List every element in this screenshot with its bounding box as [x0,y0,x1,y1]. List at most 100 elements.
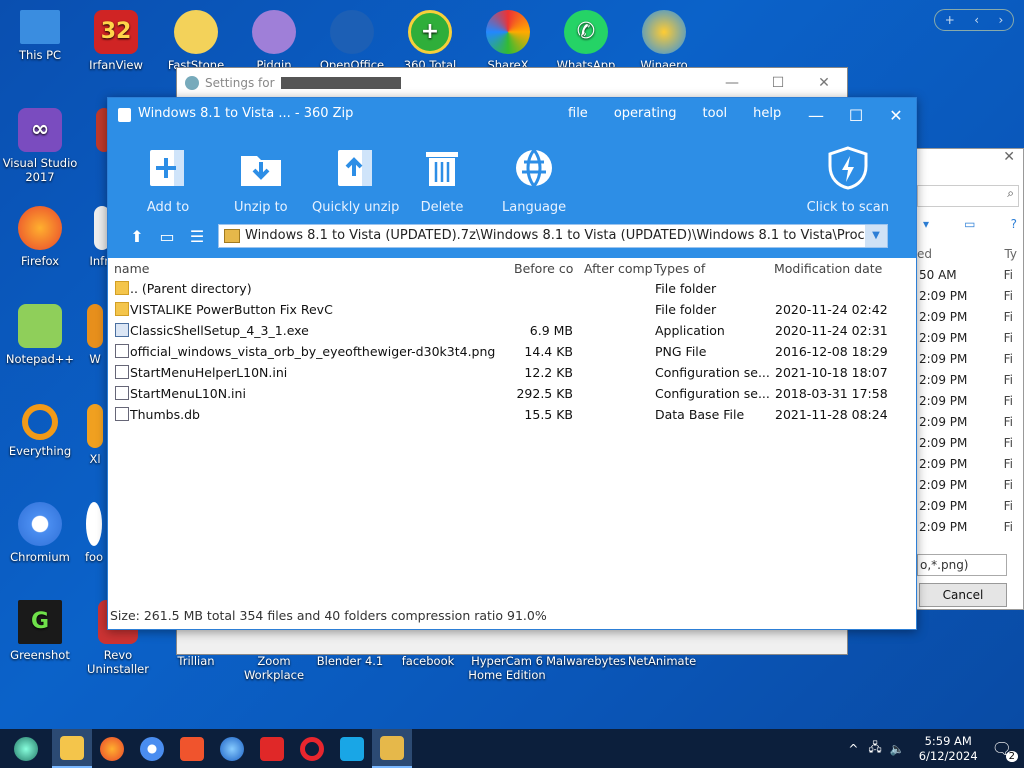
clock[interactable]: 5:59 AM 6/12/2024 [919,734,978,764]
desktop-icon-everything[interactable]: Everything [2,404,78,458]
desktop-icon-notepadpp[interactable]: Notepad++ [2,304,78,366]
taskbar-wps[interactable] [252,729,292,768]
menu-help[interactable]: help [753,106,781,121]
menu-file[interactable]: file [568,106,588,121]
chevron-right-icon[interactable]: › [998,13,1003,27]
list-item[interactable]: 2:09 PM Fi [917,328,1023,349]
close-icon[interactable]: ✕ [801,75,847,91]
click-to-scan-button[interactable]: Click to scan [807,146,889,215]
minimize-icon[interactable]: — [709,75,755,91]
delete-button[interactable]: Delete [420,146,464,215]
close-icon[interactable]: ✕ [917,149,1023,171]
plus-icon[interactable]: + [945,13,955,27]
file-row[interactable]: VISTALIKE PowerButton Fix RevC File folde… [108,299,916,320]
list-item[interactable]: 2:09 PM Fi [917,475,1023,496]
virtual-desktop-switcher[interactable]: + ‹ › [934,9,1014,31]
desktop-icon-whatsapp[interactable]: ✆ WhatsApp [548,10,624,72]
notification-icon[interactable]: 🗨 2 [992,739,1018,762]
list-item[interactable]: 2:09 PM Fi [917,412,1023,433]
chevron-up-icon[interactable]: ^ [848,742,858,756]
desktop-icon-greenshot[interactable]: G Greenshot [2,600,78,662]
background-explorer-window[interactable]: ✕ ⌕ ▾ ▭? ed Ty 50 AM Fi 2:09 PM Fi 2:09 PM Fi 2:… [916,148,1024,610]
list-item[interactable]: 50 AM Fi [917,265,1023,286]
desktop-icon-facebook[interactable]: facebook [390,654,466,668]
desktop-icon-xl[interactable]: Xl [80,404,110,466]
start-button[interactable] [0,729,52,768]
menu-operating[interactable]: operating [614,106,677,121]
desktop-icon-foo[interactable]: foo [78,502,110,564]
wps-icon [260,736,284,761]
taskbar-explorer[interactable] [52,729,92,768]
column-modified[interactable]: ed [917,243,932,265]
desktop-icon-netanimate[interactable]: NetAnimate [624,654,700,668]
list-item[interactable]: 2:09 PM Fi [917,391,1023,412]
list-item[interactable]: 2:09 PM Fi [917,286,1023,307]
desktop-icon-trillian[interactable]: Trillian [158,654,234,668]
list-item[interactable]: 2:09 PM Fi [917,307,1023,328]
desktop-icon-chromium[interactable]: Chromium [2,502,78,564]
globe-icon [512,146,556,190]
desktop-icon-pidgin[interactable]: Pidgin [236,10,312,72]
pane-icon[interactable]: ▭ [964,217,975,243]
column-type[interactable]: Ty [1004,243,1017,265]
thumbnail-view-icon[interactable]: ▭ [156,226,178,248]
search-icon[interactable]: ⌕ [917,185,1019,207]
minimize-icon[interactable]: — [796,98,836,134]
list-item[interactable]: 2:09 PM Fi [917,433,1023,454]
menu-tool[interactable]: tool [703,106,728,121]
path-field[interactable]: Windows 8.1 to Vista (UPDATED).7z\Window… [218,224,888,248]
desktop-icon-malwarebytes[interactable]: Malwarebytes [546,654,626,668]
file-type-select[interactable]: o,*.png) [917,554,1007,576]
desktop-icon-irfanview[interactable]: 32 IrfanView [78,10,154,72]
cancel-button[interactable]: Cancel [919,583,1007,607]
file-row[interactable]: official_windows_vista_orb_by_eyeofthewi… [108,341,916,362]
column-name[interactable]: name [114,261,149,276]
desktop-icon-blender[interactable]: Blender 4.1 [312,654,388,668]
desktop-icon-360total[interactable]: + 360 Total [392,10,468,72]
desktop-icon-this-pc[interactable]: This PC [2,10,78,62]
quickly-unzip-button[interactable]: Quickly unzip [312,146,399,215]
taskbar-winaero[interactable] [332,729,372,768]
file-row[interactable]: ClassicShellSetup_4_3_1.exe 6.9 MB Applica… [108,320,916,341]
file-row[interactable]: StartMenuL10N.ini 292.5 KB Configuration s… [108,383,916,404]
taskbar-firefox[interactable] [92,729,132,768]
taskbar-opera[interactable] [292,729,332,768]
list-view-icon[interactable]: ☰ [186,226,208,248]
list-item[interactable]: 2:09 PM Fi [917,517,1023,538]
column-before-compression[interactable]: Before co [514,261,573,276]
file-row[interactable]: StartMenuHelperL10N.ini 12.2 KB Configurat… [108,362,916,383]
list-item[interactable]: 2:09 PM Fi [917,349,1023,370]
help-icon[interactable]: ? [1011,217,1017,243]
desktop-icon-winaero[interactable]: Winaero [626,10,702,72]
desktop-icon-sharex[interactable]: ShareX [470,10,546,72]
desktop-icon-w2[interactable]: W [80,304,110,366]
dropdown-icon[interactable]: ▾ [923,217,929,243]
maximize-icon[interactable]: ☐ [755,75,801,91]
unzip-to-button[interactable]: Unzip to [234,146,288,215]
taskbar-thunderbird[interactable] [212,729,252,768]
add-to-button[interactable]: Add to [146,146,190,215]
desktop-icon-zoom[interactable]: Zoom Workplace [236,654,312,682]
taskbar-chromium[interactable] [132,729,172,768]
language-button[interactable]: Language [502,146,566,215]
taskbar-360zip[interactable] [372,729,412,768]
desktop-icon-hypercam[interactable]: HyperCam 6 Home Edition [464,654,550,682]
list-item[interactable]: 2:09 PM Fi [917,454,1023,475]
up-arrow-icon[interactable]: ⬆ [126,226,148,248]
file-row[interactable]: .. (Parent directory) File folder [108,278,916,299]
desktop-icon-openoffice[interactable]: OpenOffice [314,10,390,72]
column-type[interactable]: Types of [654,261,705,276]
network-icon[interactable]: 🖧 [868,738,881,759]
zip-window[interactable]: Windows 8.1 to Vista ... - 360 Zip file … [107,97,917,630]
column-modification-date[interactable]: Modification date [774,261,882,276]
taskbar-brave[interactable] [172,729,212,768]
maximize-icon[interactable]: ☐ [836,98,876,134]
close-icon[interactable]: ✕ [876,98,916,134]
column-after-compression[interactable]: After comp [584,261,653,276]
list-item[interactable]: 2:09 PM Fi [917,370,1023,391]
path-dropdown-icon[interactable]: ▼ [865,225,887,247]
volume-icon[interactable]: 🔈 [890,742,905,756]
file-row[interactable]: Thumbs.db 15.5 KB Data Base File 2021-11-28… [108,404,916,425]
list-item[interactable]: 2:09 PM Fi [917,496,1023,517]
chevron-left-icon[interactable]: ‹ [974,13,979,27]
